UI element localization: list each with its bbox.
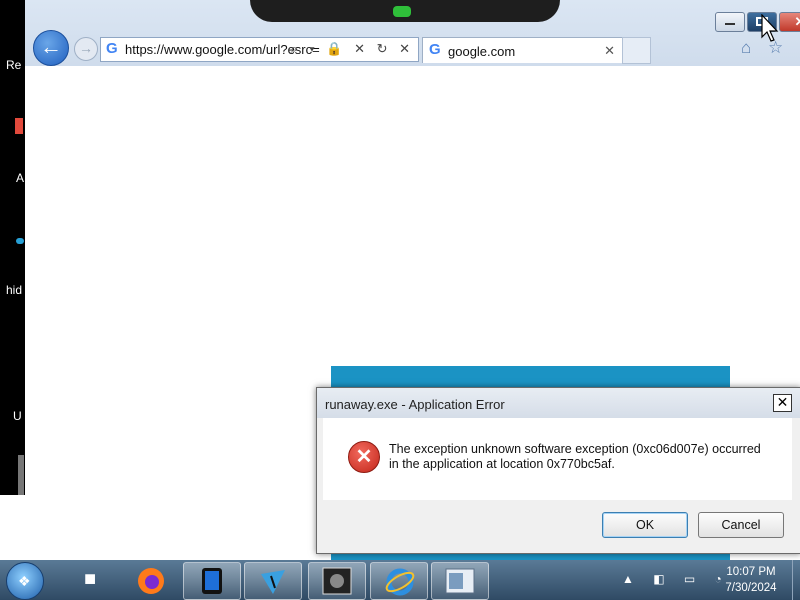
application-error-dialog: runaway.exe - Application Error ✕ ✕ The … <box>316 387 800 554</box>
tab-google[interactable]: G google.com ✕ <box>422 37 623 63</box>
dialog-close-icon[interactable]: ✕ <box>773 394 792 412</box>
back-button[interactable]: ← <box>33 30 69 66</box>
forward-button[interactable]: → <box>74 37 98 61</box>
clock[interactable]: 10:07 PM 7/30/2024 <box>716 564 786 596</box>
tablet-app-icon[interactable] <box>183 562 241 600</box>
desktop-app-icon[interactable] <box>18 455 24 495</box>
dialog-titlebar: runaway.exe - Application Error ✕ <box>317 388 800 418</box>
start-button[interactable]: ❖ <box>6 562 44 600</box>
desktop-left-strip: Re A hid U <box>0 0 25 560</box>
desktop-label[interactable]: U <box>13 409 22 423</box>
minimize-button[interactable] <box>715 12 745 32</box>
dialog-body: ✕ The exception unknown software excepti… <box>323 418 792 500</box>
file-explorer-icon[interactable]: ■ <box>62 562 118 598</box>
window-app-icon[interactable] <box>431 562 489 600</box>
cancel-button[interactable]: Cancel <box>698 512 784 538</box>
tool-app-icon[interactable] <box>244 562 302 600</box>
security-app-icon[interactable] <box>308 562 366 600</box>
tablet-icon <box>202 568 222 594</box>
ok-button[interactable]: OK <box>602 512 688 538</box>
desktop-app-icon[interactable] <box>15 118 23 134</box>
google-favicon-icon: G <box>429 41 441 58</box>
firefox-logo-icon <box>138 568 164 594</box>
security-icon <box>322 567 352 595</box>
taskbar: ❖ ■ ▲ ◧ ▭ ◔ 10:07 PM 7/30/2024 <box>0 560 800 600</box>
address-bar-icons[interactable]: ⌕ ▾ 🔒 ✕ ↻ ✕ <box>290 41 414 57</box>
desktop-app-icon[interactable] <box>16 238 24 244</box>
ie-logo-icon <box>385 568 415 596</box>
error-icon: ✕ <box>348 441 380 473</box>
minimize-icon <box>725 23 735 25</box>
status-led <box>393 6 411 17</box>
window-close-button[interactable]: ✕ <box>779 12 800 32</box>
dialog-title: runaway.exe - Application Error <box>325 397 505 412</box>
address-bar[interactable]: G https://www.google.com/url?esrc= ⌕ ▾ 🔒… <box>100 37 419 62</box>
desktop-area <box>0 495 25 560</box>
clock-date: 7/30/2024 <box>725 582 777 594</box>
tab-close-icon[interactable]: ✕ <box>604 43 615 59</box>
mouse-cursor-icon <box>761 14 779 42</box>
windows-logo-icon: ❖ <box>18 573 31 589</box>
desktop-label[interactable]: Re <box>6 58 21 72</box>
new-tab-button[interactable] <box>622 37 651 64</box>
system-tray-icons[interactable]: ▲ ◧ ▭ ◔ <box>622 572 730 586</box>
error-message: The exception unknown software exception… <box>389 442 761 471</box>
clock-time: 10:07 PM <box>726 566 776 578</box>
internet-explorer-icon[interactable] <box>370 562 428 600</box>
google-favicon-icon: G <box>106 40 118 57</box>
tab-title: google.com <box>448 44 516 59</box>
show-desktop-button[interactable] <box>792 560 800 600</box>
desktop-label[interactable]: hid <box>6 283 22 297</box>
window-icon <box>445 568 475 594</box>
firefox-icon[interactable] <box>123 562 179 598</box>
tool-icon <box>261 570 285 594</box>
desktop-label[interactable]: A <box>16 171 24 185</box>
